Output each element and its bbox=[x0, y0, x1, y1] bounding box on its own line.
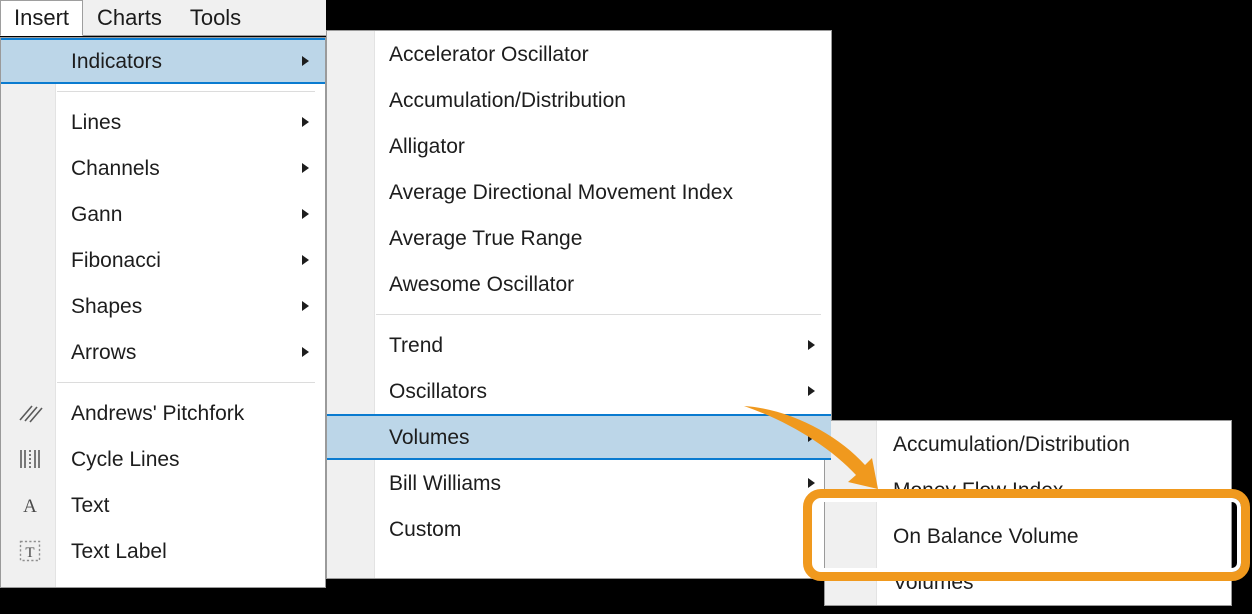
menu-item-channels[interactable]: Channels bbox=[1, 145, 325, 191]
chevron-right-icon bbox=[808, 432, 815, 442]
menubar-item-label: Charts bbox=[97, 4, 162, 30]
menu-item-label: Gann bbox=[71, 202, 123, 226]
menu-item-trend[interactable]: Trend bbox=[327, 322, 831, 368]
menu-item-average-true-range[interactable]: Average True Range bbox=[327, 215, 831, 261]
menu-item-label: Awesome Oscillator bbox=[389, 272, 575, 296]
menu-item-custom[interactable]: Custom bbox=[327, 506, 831, 552]
menu-item-label: Money Flow Index bbox=[893, 478, 1064, 502]
pitchfork-icon bbox=[15, 398, 45, 428]
chevron-right-icon bbox=[808, 386, 815, 396]
menu-separator bbox=[57, 91, 315, 92]
menu-item-text[interactable]: A Text bbox=[1, 482, 325, 528]
chevron-right-icon bbox=[808, 340, 815, 350]
menu-item-label: Arrows bbox=[71, 340, 137, 364]
menu-item-label: Indicators bbox=[71, 49, 163, 73]
menu-item-label: Custom bbox=[389, 517, 462, 541]
menu-item-gann[interactable]: Gann bbox=[1, 191, 325, 237]
menu-item-oscillators[interactable]: Oscillators bbox=[327, 368, 831, 414]
menu-item-cycle-lines[interactable]: Cycle Lines bbox=[1, 436, 325, 482]
menu-item-label: Andrews' Pitchfork bbox=[71, 401, 245, 425]
chevron-right-icon bbox=[302, 301, 309, 311]
menu-item-andrews-pitchfork[interactable]: Andrews' Pitchfork bbox=[1, 390, 325, 436]
menu-item-on-balance-volume[interactable]: On Balance Volume bbox=[825, 513, 1231, 559]
menu-item-alligator[interactable]: Alligator bbox=[327, 123, 831, 169]
menu-separator bbox=[376, 314, 821, 315]
menu-item-label: Fibonacci bbox=[71, 248, 161, 272]
menubar-item-label: Insert bbox=[14, 5, 70, 30]
menu-item-accelerator-oscillator[interactable]: Accelerator Oscillator bbox=[327, 31, 831, 77]
chevron-right-icon bbox=[302, 209, 309, 219]
menu-item-accumulation-distribution[interactable]: Accumulation/Distribution bbox=[825, 421, 1231, 467]
text-label-icon: T bbox=[15, 536, 45, 566]
menu-item-label: Accumulation/Distribution bbox=[893, 432, 1130, 456]
menu-item-label: Average True Range bbox=[389, 226, 583, 250]
chevron-right-icon bbox=[302, 347, 309, 357]
menu-item-label: Text bbox=[71, 493, 110, 517]
menubar-item-insert[interactable]: Insert bbox=[0, 0, 84, 36]
menu-item-label: Accelerator Oscillator bbox=[389, 42, 589, 66]
menu-item-label: Oscillators bbox=[389, 379, 488, 403]
menubar-item-tools[interactable]: Tools bbox=[176, 0, 255, 35]
chevron-right-icon bbox=[808, 524, 815, 534]
menu-item-label: Volumes bbox=[389, 425, 470, 449]
menu-item-label: Average Directional Movement Index bbox=[389, 180, 733, 204]
chevron-right-icon bbox=[808, 478, 815, 488]
menu-item-money-flow-index[interactable]: Money Flow Index bbox=[825, 467, 1231, 513]
chevron-right-icon bbox=[302, 117, 309, 127]
menu-item-volumes[interactable]: Volumes bbox=[327, 414, 831, 460]
chevron-right-icon bbox=[302, 255, 309, 265]
menu-item-label: Accumulation/Distribution bbox=[389, 88, 626, 112]
insert-dropdown-menu: Indicators Lines Channels Gann Fibonacci… bbox=[0, 37, 326, 588]
menu-item-shapes[interactable]: Shapes bbox=[1, 283, 325, 329]
menu-item-indicators[interactable]: Indicators bbox=[1, 38, 325, 84]
chevron-right-icon bbox=[302, 163, 309, 173]
menu-item-bill-williams[interactable]: Bill Williams bbox=[327, 460, 831, 506]
menu-item-label: Volumes bbox=[893, 570, 974, 594]
menu-item-accumulation-distribution[interactable]: Accumulation/Distribution bbox=[327, 77, 831, 123]
menu-item-fibonacci[interactable]: Fibonacci bbox=[1, 237, 325, 283]
menu-item-label: Trend bbox=[389, 333, 444, 357]
menu-item-volumes[interactable]: Volumes bbox=[825, 559, 1231, 605]
menu-item-label: On Balance Volume bbox=[893, 524, 1079, 548]
menu-item-text-label[interactable]: T Text Label bbox=[1, 528, 325, 574]
chevron-right-icon bbox=[302, 56, 309, 66]
menu-item-label: Alligator bbox=[389, 134, 465, 158]
cycle-lines-icon bbox=[15, 444, 45, 474]
menu-item-awesome-oscillator[interactable]: Awesome Oscillator bbox=[327, 261, 831, 307]
menu-item-label: Channels bbox=[71, 156, 160, 180]
menubar-item-charts[interactable]: Charts bbox=[83, 0, 176, 35]
menu-item-label: Bill Williams bbox=[389, 471, 501, 495]
text-a-icon: A bbox=[15, 490, 45, 520]
menu-item-label: Lines bbox=[71, 110, 122, 134]
svg-text:A: A bbox=[23, 496, 37, 517]
svg-text:T: T bbox=[25, 545, 34, 561]
menu-separator bbox=[57, 382, 315, 383]
menu-item-lines[interactable]: Lines bbox=[1, 99, 325, 145]
menubar-item-label: Tools bbox=[189, 4, 242, 30]
menu-bar: Insert Charts Tools bbox=[0, 0, 326, 36]
menu-item-label: Text Label bbox=[71, 539, 167, 563]
menu-item-label: Cycle Lines bbox=[71, 447, 180, 471]
volumes-submenu: Accumulation/Distribution Money Flow Ind… bbox=[824, 420, 1232, 606]
menu-item-label: Shapes bbox=[71, 294, 143, 318]
menu-item-arrows[interactable]: Arrows bbox=[1, 329, 325, 375]
indicators-submenu: Accelerator Oscillator Accumulation/Dist… bbox=[326, 30, 832, 579]
menu-item-average-directional-movement-index[interactable]: Average Directional Movement Index bbox=[327, 169, 831, 215]
